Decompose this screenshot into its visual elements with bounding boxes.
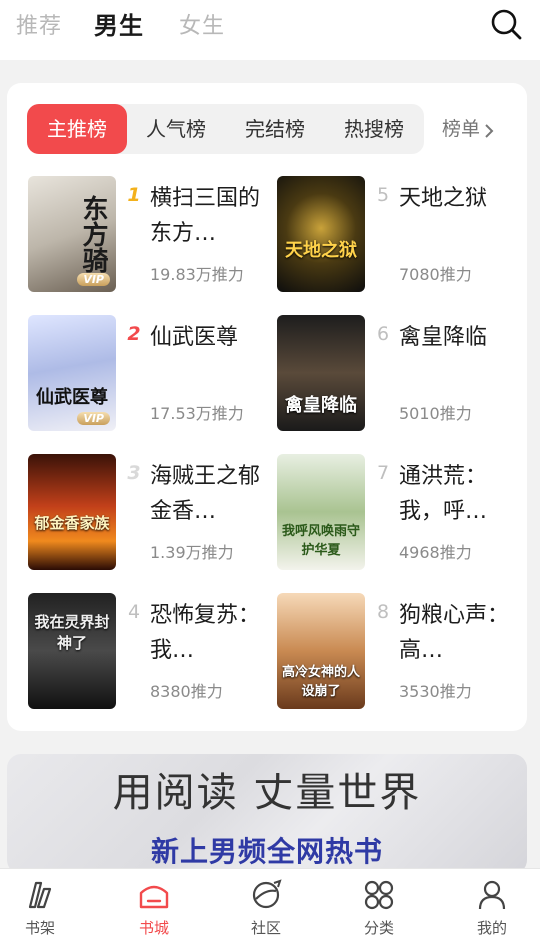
tab-main-recommend[interactable]: 主推榜 (27, 104, 127, 154)
book-item[interactable]: 禽皇降临 6 禽皇降临 5010推力 (277, 315, 517, 435)
community-icon (252, 879, 282, 909)
tab-male[interactable]: 男生 (94, 6, 144, 41)
book-cover: 东方骑 VIP (28, 176, 116, 292)
book-cover: 天地之狱 (277, 176, 365, 292)
book-title: 狗粮心声：高… (399, 603, 510, 663)
book-cover: 我在灵界封神了 (28, 593, 116, 709)
nav-label: 我的 (476, 919, 507, 937)
top-header: 推荐 男生 女生 (0, 0, 540, 60)
book-title: 天地之狱 (399, 186, 488, 211)
book-title: 通洪荒：我，呼… (399, 464, 488, 524)
book-title: 海贼王之郁金香… (150, 464, 261, 524)
ranking-tabbar: 主推榜 人气榜 完结榜 热搜榜 (27, 104, 424, 154)
rank-number: 6 (376, 323, 390, 345)
rank-number: 7 (376, 462, 390, 484)
tab-popularity[interactable]: 人气榜 (133, 104, 219, 154)
rank-number: 1 (127, 184, 141, 206)
banner-subline: 新上男频全网热书 (150, 835, 383, 868)
promo-banner[interactable]: 用阅读 丈量世界 新上男频全网热书 (7, 754, 527, 874)
book-heat: 1.39万推力 (150, 543, 234, 562)
banner-headline: 用阅读 丈量世界 (112, 770, 422, 816)
ranking-card: 主推榜 人气榜 完结榜 热搜榜 榜单 东方骑 VIP 1 横扫三国的东方… 19… (7, 83, 527, 731)
book-cover: 禽皇降临 (277, 315, 365, 431)
nav-label: 分类 (363, 919, 394, 937)
profile-icon (478, 880, 506, 910)
book-cover: 郁金香家族 (28, 454, 116, 570)
book-item[interactable]: 我呼风唤雨守护华夏 7 通洪荒：我，呼… 4968推力 (277, 454, 517, 574)
book-item[interactable]: 东方骑 VIP 1 横扫三国的东方… 19.83万推力 (28, 176, 268, 296)
book-heat: 7080推力 (399, 265, 472, 284)
vip-badge: VIP (77, 273, 110, 286)
book-cover: 高冷女神的人设崩了 (277, 593, 365, 709)
category-icon (364, 880, 394, 910)
book-item[interactable]: 仙武医尊 VIP 2 仙武医尊 17.53万推力 (28, 315, 268, 435)
tab-female[interactable]: 女生 (179, 8, 225, 40)
search-icon[interactable] (490, 8, 522, 40)
nav-label: 社区 (250, 919, 281, 937)
book-heat: 5010推力 (399, 404, 472, 423)
book-heat: 4968推力 (399, 543, 472, 562)
tab-completed[interactable]: 完结榜 (232, 104, 318, 154)
book-heat: 8380推力 (150, 682, 223, 701)
nav-bookshelf[interactable]: 书架 (0, 869, 94, 940)
book-title: 仙武医尊 (150, 325, 239, 350)
tab-recommend[interactable]: 推荐 (16, 8, 62, 40)
nav-label: 书架 (24, 919, 55, 937)
book-item[interactable]: 天地之狱 5 天地之狱 7080推力 (277, 176, 517, 296)
rank-number: 4 (127, 601, 141, 623)
book-item[interactable]: 高冷女神的人设崩了 8 狗粮心声：高… 3530推力 (277, 593, 517, 713)
bookshelf-icon (28, 881, 52, 909)
tab-hot-search[interactable]: 热搜榜 (331, 104, 417, 154)
nav-profile[interactable]: 我的 (438, 869, 540, 940)
book-item[interactable]: 郁金香家族 3 海贼王之郁金香… 1.39万推力 (28, 454, 268, 574)
bottom-nav: 书架 书城 社区 分类 我的 (0, 868, 540, 940)
book-heat: 19.83万推力 (150, 265, 244, 284)
more-rankings-button[interactable]: 榜单 (442, 104, 494, 154)
chevron-right-icon (485, 124, 494, 138)
bookstore-icon (139, 885, 169, 909)
more-rankings-label: 榜单 (442, 118, 481, 140)
rank-number: 5 (376, 184, 390, 206)
vip-badge: VIP (77, 412, 110, 425)
nav-label: 书城 (138, 919, 169, 937)
book-cover: 仙武医尊 VIP (28, 315, 116, 431)
book-item[interactable]: 我在灵界封神了 4 恐怖复苏：我… 8380推力 (28, 593, 268, 713)
nav-bookstore[interactable]: 书城 (100, 869, 208, 940)
nav-community[interactable]: 社区 (212, 869, 320, 940)
book-heat: 3530推力 (399, 682, 472, 701)
book-title: 恐怖复苏：我… (150, 603, 261, 663)
book-cover: 我呼风唤雨守护华夏 (277, 454, 365, 570)
book-heat: 17.53万推力 (150, 404, 244, 423)
rank-number: 2 (127, 323, 141, 345)
rank-number: 3 (127, 462, 141, 484)
book-title: 横扫三国的东方… (150, 186, 261, 246)
nav-category[interactable]: 分类 (325, 869, 433, 940)
rank-number: 8 (376, 601, 390, 623)
book-title: 禽皇降临 (399, 325, 488, 350)
